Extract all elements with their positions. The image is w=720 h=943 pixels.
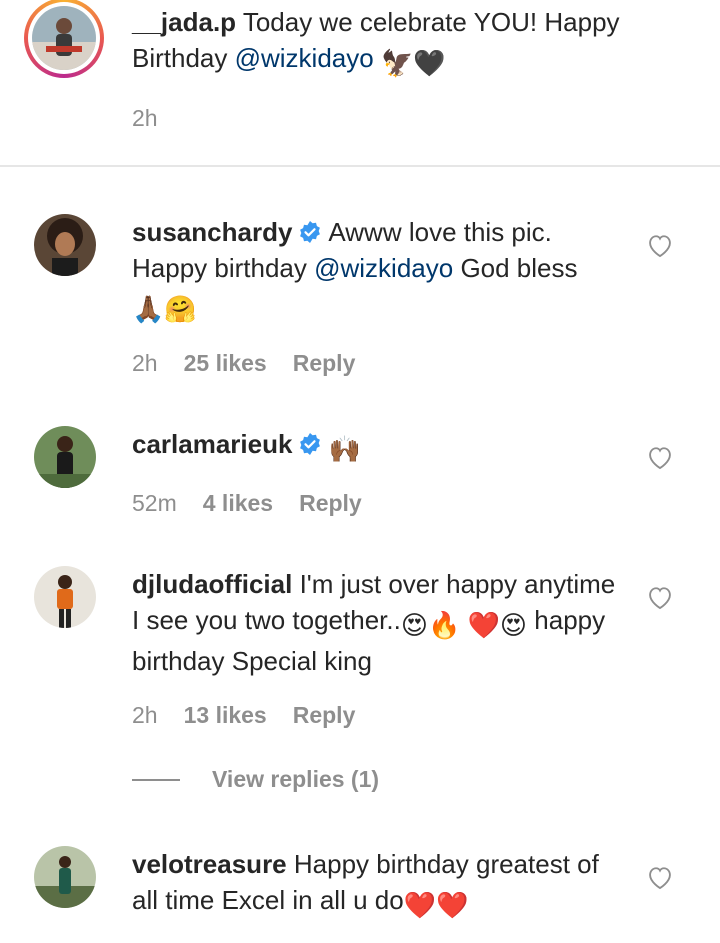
comment-meta: 52m 4 likes Reply [132, 490, 362, 517]
avatar[interactable] [34, 426, 96, 488]
heart-outline-icon[interactable] [646, 232, 674, 258]
story-ring-avatar[interactable] [24, 0, 104, 78]
view-replies-label: View replies (1) [212, 766, 380, 792]
reply-button[interactable]: Reply [293, 702, 356, 729]
avatar [32, 6, 96, 70]
likes-count[interactable]: 13 likes [184, 702, 267, 729]
heart-outline-icon[interactable] [646, 444, 674, 470]
comment-meta: 2h 25 likes Reply [132, 350, 355, 377]
comment-username[interactable]: djludaofficial [132, 569, 292, 599]
heart-outline-icon[interactable] [646, 584, 674, 610]
likes-count[interactable]: 4 likes [203, 490, 273, 517]
view-replies-button[interactable]: View replies (1) [132, 766, 379, 793]
divider [0, 165, 720, 167]
avatar[interactable] [34, 846, 96, 908]
caption-username[interactable]: __jada.p [132, 7, 236, 37]
timestamp: 2h [132, 702, 158, 728]
heart-heart-eyes-emoji: ❤️😍 [467, 610, 528, 640]
eagle-heart-emoji: 🦅🖤 [380, 48, 446, 78]
timestamp: 2h [132, 350, 158, 376]
divider [132, 778, 180, 781]
raised-hands-emoji: 🙌🏾 [328, 434, 361, 464]
heart-eyes-fire-emoji: 😍🔥 [400, 610, 461, 640]
caption-text: __jada.p Today we celebrate YOU! Happy B… [132, 4, 652, 81]
timestamp: 52m [132, 490, 177, 516]
heart-outline-icon[interactable] [646, 864, 674, 890]
avatar[interactable] [34, 566, 96, 628]
comment-text: susanchardy Awww love this pic. Happy bir… [132, 214, 622, 327]
comment-username[interactable]: velotreasure [132, 849, 287, 879]
verified-badge-icon [300, 433, 321, 455]
likes-count[interactable]: 25 likes [184, 350, 267, 377]
comment-text: carlamarieuk 🙌🏾 [132, 426, 622, 467]
comment-username[interactable]: carlamarieuk [132, 429, 292, 459]
comment-text: velotreasure Happy birthday greatest of … [132, 846, 622, 923]
pray-hug-emoji: 🙏🏾🤗 [132, 294, 197, 324]
mention-link[interactable]: @wizkidayo [235, 43, 374, 73]
mention-link[interactable]: @wizkidayo [314, 253, 453, 283]
caption-comment: __jada.p Today we celebrate YOU! Happy B… [0, 0, 720, 166]
avatar[interactable] [34, 214, 96, 276]
comment-username[interactable]: susanchardy [132, 217, 292, 247]
red-hearts-emoji: ❤️❤️ [403, 890, 469, 920]
caption-meta: 2h [132, 105, 158, 132]
reply-button[interactable]: Reply [293, 350, 356, 377]
comment-meta: 2h 13 likes Reply [132, 702, 355, 729]
reply-button[interactable]: Reply [299, 490, 362, 517]
verified-badge-icon [300, 221, 321, 243]
comment-text: djludaofficial I'm just over happy anyti… [132, 569, 616, 676]
timestamp: 2h [132, 105, 158, 131]
